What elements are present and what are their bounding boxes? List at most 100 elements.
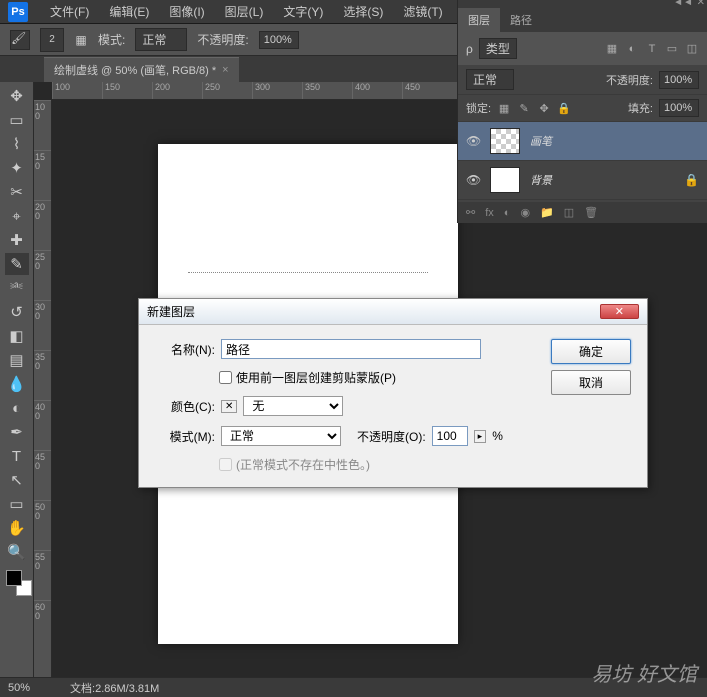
hand-tool[interactable]: ✋ (5, 517, 29, 539)
color-none-icon: ✕ (221, 400, 237, 413)
opacity-stepper-icon[interactable]: ▸ (474, 430, 487, 443)
layer-opacity-input[interactable]: 100% (659, 71, 699, 89)
panel-header: ◄◄ ✕ (458, 0, 707, 8)
filter-type-select[interactable]: 类型 (479, 38, 517, 59)
pen-tool[interactable]: ✒ (5, 421, 29, 443)
name-input[interactable] (221, 339, 481, 359)
blend-mode-select[interactable]: 正常 (135, 28, 187, 51)
zoom-level[interactable]: 50% (8, 682, 30, 694)
layer-thumbnail[interactable] (490, 128, 520, 154)
color-select[interactable]: 无 (243, 396, 343, 416)
filter-shape-icon[interactable]: ▭ (665, 42, 679, 56)
group-icon[interactable]: 📁 (540, 206, 554, 219)
crop-tool[interactable]: ✂ (5, 181, 29, 203)
blur-tool[interactable]: 💧 (5, 373, 29, 395)
marquee-tool[interactable]: ▭ (5, 109, 29, 131)
path-select-tool[interactable]: ↖ (5, 469, 29, 491)
neutral-note: (正常模式不存在中性色。) (236, 456, 370, 473)
brush-tool[interactable]: ✎ (5, 253, 29, 275)
ok-button[interactable]: 确定 (551, 339, 631, 364)
lock-position-icon[interactable]: ✥ (537, 101, 551, 115)
history-brush-tool[interactable]: ↺ (5, 301, 29, 323)
zoom-tool[interactable]: 🔍 (5, 541, 29, 563)
fill-input[interactable]: 100% (659, 99, 699, 117)
status-bar: 50% 文档:2.86M/3.81M (0, 677, 707, 697)
menu-edit[interactable]: 编辑(E) (99, 3, 159, 20)
dialog-titlebar[interactable]: 新建图层 ✕ (139, 299, 647, 325)
layer-name[interactable]: 画笔 (530, 133, 552, 149)
layer-row[interactable]: 👁 画笔 (458, 122, 707, 161)
gradient-tool[interactable]: ▤ (5, 349, 29, 371)
tab-layers[interactable]: 图层 (458, 8, 500, 32)
layer-list: 👁 画笔 👁 背景 🔒 (458, 122, 707, 202)
lock-transparent-icon[interactable]: ▦ (497, 101, 511, 115)
wand-tool[interactable]: ✦ (5, 157, 29, 179)
mode-label: 模式(M): (155, 428, 215, 445)
mode-label: 模式: (98, 31, 125, 48)
healing-tool[interactable]: ✚ (5, 229, 29, 251)
filter-smart-icon[interactable]: ◫ (685, 42, 699, 56)
lock-pixels-icon[interactable]: ✎ (517, 101, 531, 115)
visibility-icon[interactable]: 👁 (466, 134, 480, 148)
lock-label: 锁定: (466, 100, 491, 116)
eraser-tool[interactable]: ◧ (5, 325, 29, 347)
filter-pixel-icon[interactable]: ▦ (605, 42, 619, 56)
panel-footer: ⚯ fx ◐ ◉ 📁 ◫ 🗑 (458, 202, 707, 223)
link-layers-icon[interactable]: ⚯ (466, 206, 475, 219)
clip-checkbox-label: 使用前一图层创建剪贴蒙版(P) (236, 369, 396, 386)
shape-tool[interactable]: ▭ (5, 493, 29, 515)
document-tab[interactable]: 绘制虚线 @ 50% (画笔, RGB/8) * × (44, 57, 239, 82)
layer-thumbnail[interactable] (490, 167, 520, 193)
filter-type-icon[interactable]: ρ (466, 42, 473, 56)
new-layer-dialog: 新建图层 ✕ 名称(N): 使用前一图层创建剪贴蒙版(P) 颜色(C): ✕ 无… (138, 298, 648, 488)
close-tab-icon[interactable]: × (222, 64, 228, 76)
menu-layer[interactable]: 图层(L) (215, 3, 274, 20)
visibility-icon[interactable]: 👁 (466, 173, 480, 187)
trash-icon[interactable]: 🗑 (584, 206, 598, 219)
fx-icon[interactable]: fx (485, 207, 494, 219)
dodge-tool[interactable]: ◐ (5, 397, 29, 419)
opacity-input[interactable] (432, 426, 468, 446)
filter-type-t-icon[interactable]: T (645, 42, 659, 56)
mask-icon[interactable]: ◐ (504, 207, 511, 219)
percent-label: % (492, 429, 503, 443)
foreground-color[interactable] (6, 570, 22, 586)
menu-select[interactable]: 选择(S) (333, 3, 393, 20)
stamp-tool[interactable]: ⎃ (5, 277, 29, 299)
new-layer-icon[interactable]: ◫ (564, 206, 574, 219)
menu-file[interactable]: 文件(F) (40, 3, 99, 20)
layer-blend-mode[interactable]: 正常 (466, 69, 514, 90)
layer-name[interactable]: 背景 (530, 172, 552, 188)
cancel-button[interactable]: 取消 (551, 370, 631, 395)
menu-image[interactable]: 图像(I) (159, 3, 214, 20)
move-tool[interactable]: ✥ (5, 85, 29, 107)
brush-size-preset[interactable]: 2 (40, 28, 64, 52)
brush-panel-icon[interactable]: ▦ (74, 33, 88, 47)
document-title: 绘制虚线 @ 50% (画笔, RGB/8) * (54, 62, 216, 78)
dialog-close-button[interactable]: ✕ (600, 304, 639, 319)
adjustment-icon[interactable]: ◉ (520, 206, 530, 219)
opacity-input[interactable]: 100% (259, 31, 299, 49)
toolbox: ✥ ▭ ⌇ ✦ ✂ ⌖ ✚ ✎ ⎃ ↺ ◧ ▤ 💧 ◐ ✒ T ↖ ▭ ✋ 🔍 (0, 82, 34, 677)
opacity-label: 不透明度: (197, 31, 248, 48)
color-swatches[interactable] (6, 570, 28, 592)
vertical-ruler: 100150200250300350400450500550600 (34, 100, 52, 677)
menu-filter[interactable]: 滤镜(T) (393, 3, 452, 20)
lock-icon: 🔒 (684, 173, 699, 187)
type-tool[interactable]: T (5, 445, 29, 467)
collapse-icon[interactable]: ◄◄ (673, 0, 693, 8)
close-icon[interactable]: ✕ (697, 0, 705, 8)
clip-checkbox[interactable] (219, 371, 232, 384)
tab-paths[interactable]: 路径 (500, 8, 542, 32)
color-label: 颜色(C): (155, 398, 215, 415)
mode-select[interactable]: 正常 (221, 426, 341, 446)
doc-info: 文档:2.86M/3.81M (70, 680, 159, 696)
lock-all-icon[interactable]: 🔒 (557, 101, 571, 115)
lasso-tool[interactable]: ⌇ (5, 133, 29, 155)
drawn-dotted-line (188, 272, 428, 273)
brush-tool-icon[interactable]: 🖌 (10, 30, 30, 50)
layer-row[interactable]: 👁 背景 🔒 (458, 161, 707, 200)
menu-type[interactable]: 文字(Y) (273, 3, 333, 20)
eyedropper-tool[interactable]: ⌖ (5, 205, 29, 227)
filter-adjust-icon[interactable]: ◐ (625, 42, 639, 56)
